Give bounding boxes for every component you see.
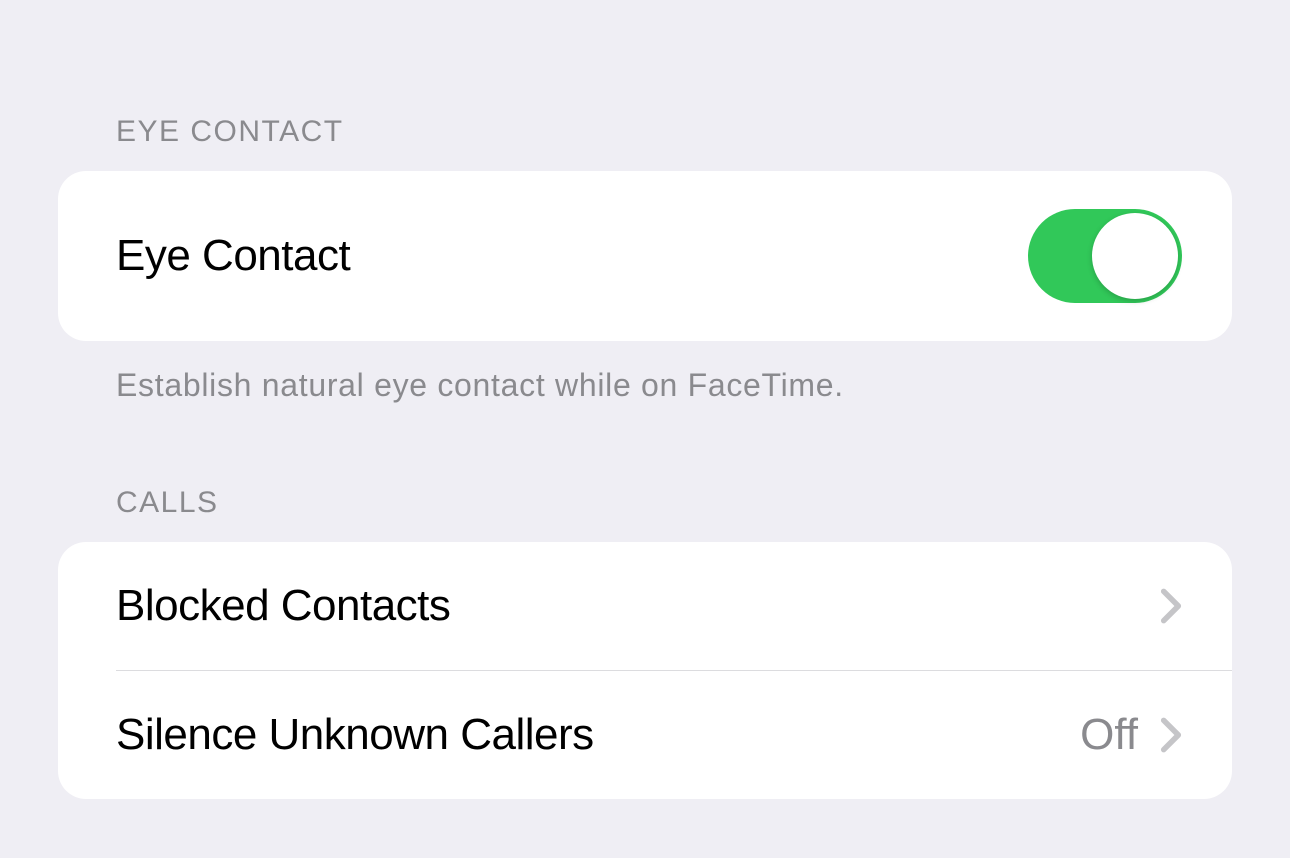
section-header-eye-contact: EYE CONTACT	[58, 0, 1232, 171]
toggle-eye-contact[interactable]	[1028, 209, 1182, 303]
row-label-silence-unknown-callers: Silence Unknown Callers	[116, 710, 594, 760]
chevron-right-icon	[1160, 587, 1182, 625]
row-silence-unknown-callers[interactable]: Silence Unknown Callers Off	[58, 671, 1232, 799]
row-value-silence-unknown-callers: Off	[1080, 710, 1138, 760]
row-trailing-blocked-contacts	[1160, 587, 1182, 625]
chevron-right-icon	[1160, 716, 1182, 754]
group-calls: Blocked Contacts Silence Unknown Callers…	[58, 542, 1232, 799]
section-header-calls: CALLS	[58, 404, 1232, 542]
row-blocked-contacts[interactable]: Blocked Contacts	[58, 542, 1232, 670]
row-label-blocked-contacts: Blocked Contacts	[116, 581, 450, 631]
row-label-eye-contact: Eye Contact	[116, 231, 350, 281]
row-trailing-silence-unknown-callers: Off	[1080, 710, 1182, 760]
section-footer-eye-contact: Establish natural eye contact while on F…	[58, 341, 1232, 404]
toggle-knob	[1092, 213, 1178, 299]
row-eye-contact[interactable]: Eye Contact	[58, 171, 1232, 341]
settings-container: EYE CONTACT Eye Contact Establish natura…	[0, 0, 1290, 799]
group-eye-contact: Eye Contact	[58, 171, 1232, 341]
